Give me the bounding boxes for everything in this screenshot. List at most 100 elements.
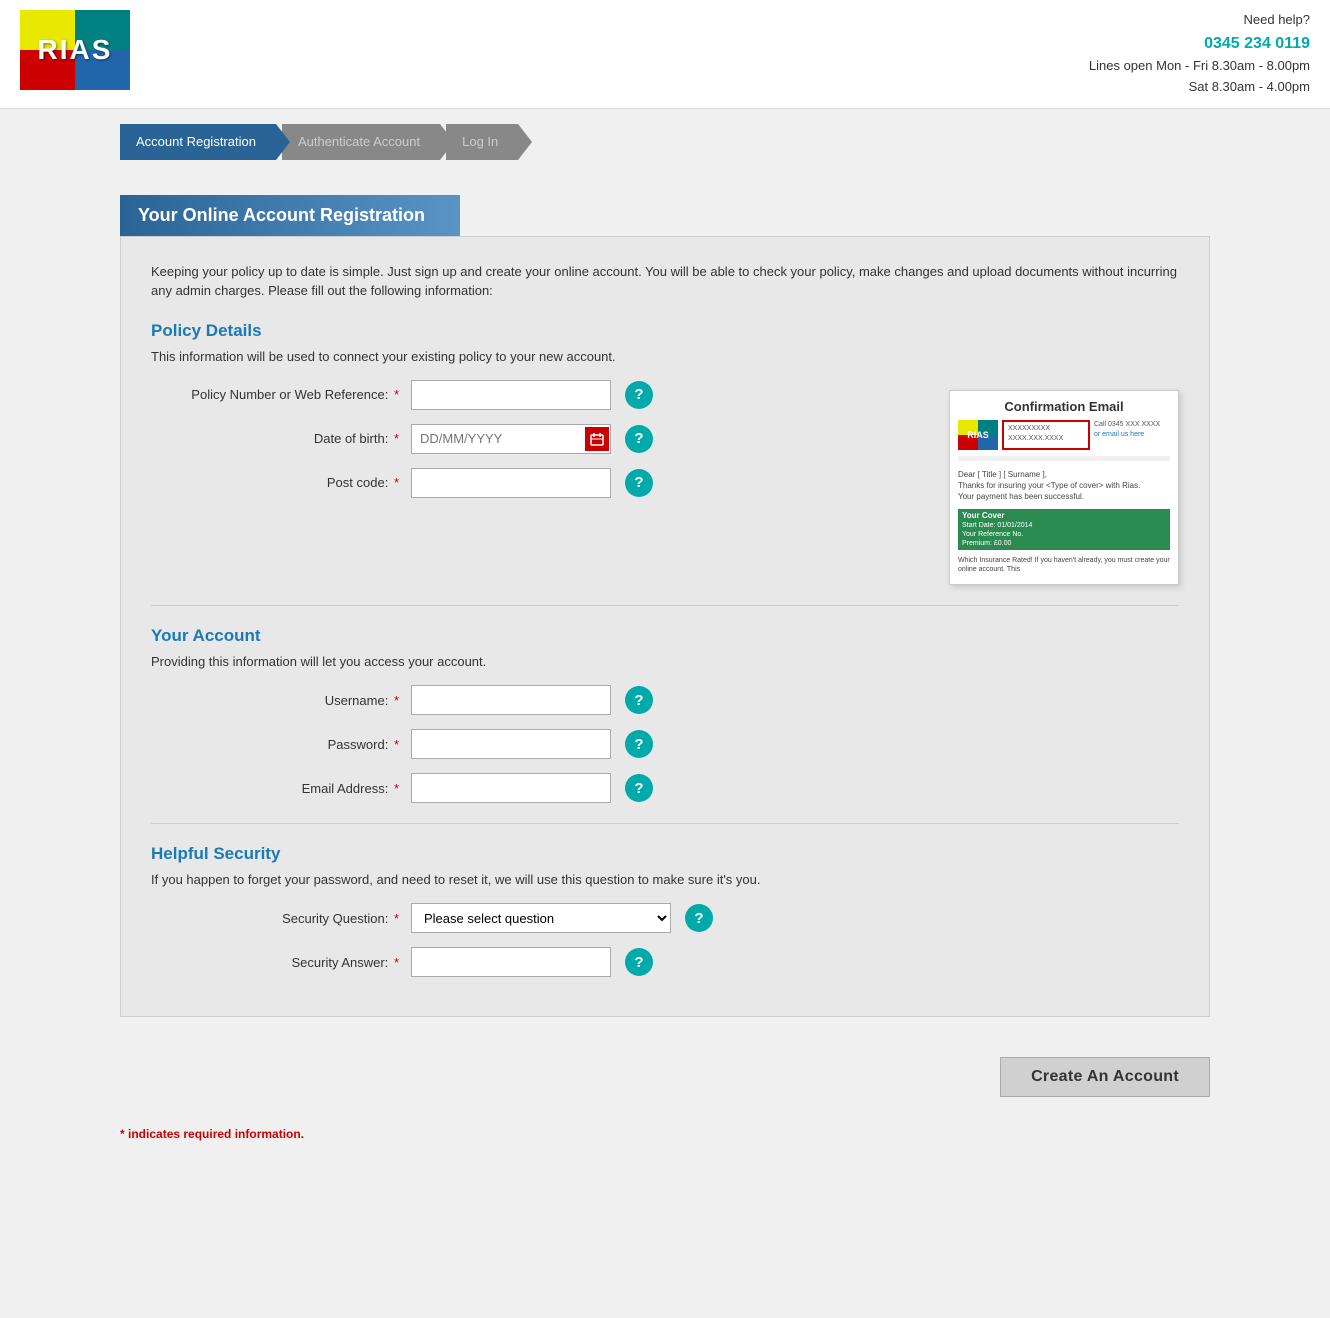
form-row-dob: Date of birth: * — [151, 424, 929, 454]
help-label: Need help? — [1089, 10, 1310, 31]
footer-required-text: indicates required information. — [128, 1127, 304, 1141]
breadcrumb: Account Registration Authenticate Accoun… — [0, 109, 1330, 175]
breadcrumb-steps: Account Registration Authenticate Accoun… — [120, 124, 518, 160]
email-contact-box: Call 0345 XXX XXXX or email us here — [1094, 420, 1170, 450]
required-star-sq: * — [394, 911, 399, 926]
form-row-username: Username: * ? — [151, 685, 1179, 715]
hours-sat: Sat 8.30am - 4.00pm — [1089, 77, 1310, 98]
footer-note: * indicates required information. — [0, 1117, 1330, 1161]
dob-help-button[interactable]: ? — [625, 425, 653, 453]
required-star-postcode: * — [394, 475, 399, 490]
policy-form-fields: Policy Number or Web Reference: * ? Date… — [151, 380, 929, 512]
email-top-row: RIAS XXXXXXXXX XXXX.XXX.XXXX Call 0345 X… — [958, 420, 1170, 450]
email-logo-text: RIAS — [967, 430, 989, 440]
label-dob: Date of birth: * — [151, 431, 411, 446]
required-star: * — [394, 387, 399, 402]
your-account-heading: Your Account — [151, 626, 1179, 646]
label-security-question: Security Question: * — [151, 911, 411, 926]
helpful-security-desc: If you happen to forget your password, a… — [151, 872, 1179, 887]
email-preview-body: RIAS XXXXXXXXX XXXX.XXX.XXXX Call 0345 X… — [958, 420, 1170, 576]
help-icon-username: ? — [634, 692, 643, 709]
breadcrumb-step-login[interactable]: Log In — [446, 124, 518, 160]
divider-2 — [151, 823, 1179, 824]
help-icon-password: ? — [634, 736, 643, 753]
dob-input[interactable] — [411, 424, 611, 454]
calendar-icon[interactable] — [585, 427, 609, 451]
label-postcode: Post code: * — [151, 475, 411, 490]
username-help-button[interactable]: ? — [625, 686, 653, 714]
form-row-email: Email Address: * ? — [151, 773, 1179, 803]
form-row-postcode: Post code: * ? — [151, 468, 929, 498]
policy-number-help-button[interactable]: ? — [625, 381, 653, 409]
required-star-email: * — [394, 781, 399, 796]
bottom-bar: Create An Account — [0, 1037, 1330, 1117]
your-account-desc: Providing this information will let you … — [151, 654, 1179, 669]
help-icon-postcode: ? — [634, 474, 643, 491]
security-answer-help-button[interactable]: ? — [625, 948, 653, 976]
help-icon-dob: ? — [634, 430, 643, 447]
date-input-wrap — [411, 424, 611, 454]
logo-text: RIAS — [38, 34, 113, 66]
divider-1 — [151, 605, 1179, 606]
breadcrumb-step-account-registration[interactable]: Account Registration — [120, 124, 276, 160]
helpful-security-heading: Helpful Security — [151, 844, 1179, 864]
postcode-input[interactable] — [411, 468, 611, 498]
help-icon-sq: ? — [694, 910, 703, 927]
policy-number-input[interactable] — [411, 380, 611, 410]
label-policy-number: Policy Number or Web Reference: * — [151, 387, 411, 402]
policy-details-heading: Policy Details — [151, 321, 1179, 341]
policy-details-content: Policy Number or Web Reference: * ? Date… — [151, 380, 1179, 585]
password-input[interactable] — [411, 729, 611, 759]
postcode-help-button[interactable]: ? — [625, 469, 653, 497]
username-input[interactable] — [411, 685, 611, 715]
email-help-button[interactable]: ? — [625, 774, 653, 802]
required-star-password: * — [394, 737, 399, 752]
hours-weekday: Lines open Mon - Fri 8.30am - 8.00pm — [1089, 56, 1310, 77]
email-logo-mini: RIAS — [958, 420, 998, 450]
intro-text: Keeping your policy up to date is simple… — [151, 262, 1179, 301]
main-content: Your Online Account Registration Keeping… — [0, 175, 1330, 1037]
your-account-section: Your Account Providing this information … — [151, 626, 1179, 803]
password-help-button[interactable]: ? — [625, 730, 653, 758]
policy-email-preview: Confirmation Email RIAS XXXXXXXXX — [949, 390, 1179, 585]
email-policy-box: XXXXXXXXX XXXX.XXX.XXXX — [1002, 420, 1090, 450]
policy-details-section: Policy Details This information will be … — [151, 321, 1179, 585]
helpful-security-section: Helpful Security If you happen to forget… — [151, 844, 1179, 977]
form-row-policy-number: Policy Number or Web Reference: * ? — [151, 380, 929, 410]
required-star-footer: * — [120, 1127, 125, 1141]
required-star-dob: * — [394, 431, 399, 446]
security-answer-input[interactable] — [411, 947, 611, 977]
form-row-security-answer: Security Answer: * ? — [151, 947, 1179, 977]
required-star-username: * — [394, 693, 399, 708]
breadcrumb-label-1: Account Registration — [136, 134, 256, 149]
help-info: Need help? 0345 234 0119 Lines open Mon … — [1089, 10, 1310, 98]
form-row-password: Password: * ? — [151, 729, 1179, 759]
page-header: RIAS Need help? 0345 234 0119 Lines open… — [0, 0, 1330, 109]
breadcrumb-label-3: Log In — [462, 134, 498, 149]
email-green-block: Your Cover Start Date: 01/01/2014 Your R… — [958, 509, 1170, 551]
label-password: Password: * — [151, 737, 411, 752]
form-row-security-question: Security Question: * Please select quest… — [151, 903, 1179, 933]
email-preview: Confirmation Email RIAS XXXXXXXXX — [949, 390, 1179, 585]
label-username: Username: * — [151, 693, 411, 708]
email-body-text: Dear [ Title ] [ Surname ], Thanks for i… — [958, 467, 1170, 505]
create-account-button[interactable]: Create An Account — [1000, 1057, 1210, 1097]
label-email: Email Address: * — [151, 781, 411, 796]
logo-container: RIAS — [20, 10, 130, 90]
label-security-answer: Security Answer: * — [151, 955, 411, 970]
email-input[interactable] — [411, 773, 611, 803]
help-phone: 0345 234 0119 — [1089, 31, 1310, 57]
breadcrumb-step-authenticate[interactable]: Authenticate Account — [282, 124, 440, 160]
security-question-help-button[interactable]: ? — [685, 904, 713, 932]
rias-logo: RIAS — [20, 10, 130, 90]
form-container: Keeping your policy up to date is simple… — [120, 236, 1210, 1017]
help-icon-sa: ? — [634, 954, 643, 971]
page-title: Your Online Account Registration — [120, 195, 460, 236]
help-icon: ? — [634, 386, 643, 403]
help-icon-email: ? — [634, 780, 643, 797]
confirmation-email-title: Confirmation Email — [958, 399, 1170, 414]
security-question-select[interactable]: Please select question What is your moth… — [411, 903, 671, 933]
breadcrumb-label-2: Authenticate Account — [298, 134, 420, 149]
email-footer-text: Which Insurance Rated! If you haven't al… — [958, 554, 1170, 576]
policy-details-desc: This information will be used to connect… — [151, 349, 1179, 364]
